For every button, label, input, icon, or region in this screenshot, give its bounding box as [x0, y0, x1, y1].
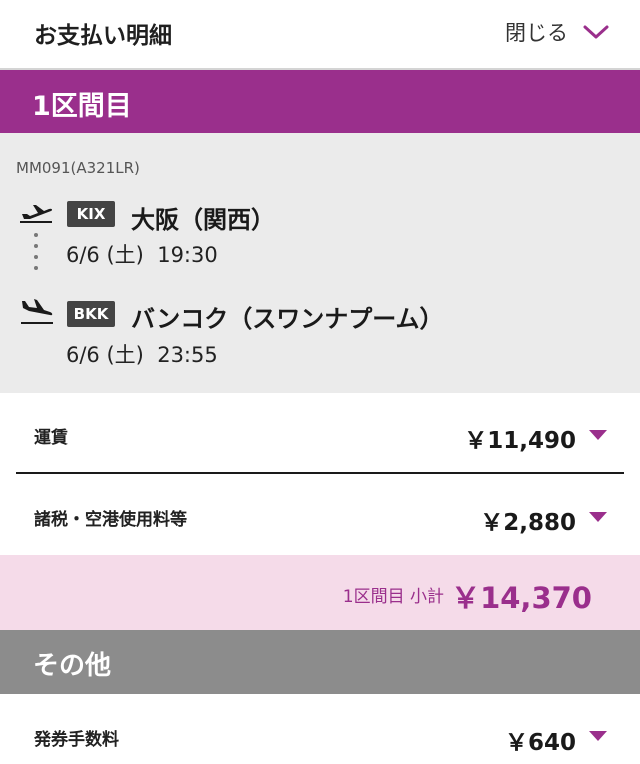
expand-triangle-icon — [589, 731, 607, 741]
departure-datetime: 6/6 (土) 19:30 — [66, 243, 218, 267]
plane-landing-icon — [21, 299, 53, 324]
subtotal-row: 1区間目 小計 ￥14,370 — [0, 555, 640, 630]
arrival-datetime: 6/6 (土) 23:55 — [66, 343, 218, 367]
fare-label: 運賃 — [34, 428, 68, 448]
route-dots — [34, 233, 40, 279]
chevron-down-icon — [583, 25, 609, 39]
arrival-code-badge: BKK — [67, 301, 115, 327]
divider — [16, 472, 624, 474]
fare-label: 発券手数料 — [34, 730, 119, 750]
fare-row-ticketing-fee[interactable]: 発券手数料 ￥640 — [0, 697, 640, 764]
expand-triangle-icon — [589, 430, 607, 440]
subtotal-label: 1区間目 小計 — [342, 587, 444, 607]
plane-takeoff-icon — [20, 205, 53, 223]
close-button[interactable]: 閉じる — [505, 14, 610, 50]
expand-triangle-icon — [589, 512, 607, 522]
close-label: 閉じる — [505, 21, 568, 45]
flight-info: MM091(A321LR) KIX 大阪（関西） 6/6 (土) 19:30 B… — [0, 133, 640, 393]
payment-details-page: お支払い明細 閉じる 1区間目 MM091(A321LR) KIX 大阪（関西）… — [0, 0, 640, 764]
flight-number: MM091(A321LR) — [16, 159, 140, 177]
other-section-banner: その他 — [0, 630, 640, 694]
departure-airport: 大阪（関西） — [131, 206, 275, 234]
fare-row-base-fare[interactable]: 運賃 ￥11,490 — [0, 393, 640, 473]
route-dot — [34, 244, 38, 248]
fare-row-taxes[interactable]: 諸税・空港使用料等 ￥2,880 — [0, 475, 640, 555]
section-banner: 1区間目 — [0, 70, 640, 133]
departure-code-badge: KIX — [67, 201, 115, 227]
other-section-title: その他 — [33, 651, 112, 681]
fare-label: 諸税・空港使用料等 — [34, 510, 187, 530]
route-dot — [34, 266, 38, 270]
page-title: お支払い明細 — [34, 23, 172, 49]
route-dot — [34, 255, 38, 259]
header: お支払い明細 閉じる — [0, 0, 640, 70]
route-dot — [34, 233, 38, 237]
subtotal-amount: ￥14,370 — [451, 581, 592, 615]
fare-amount: ￥11,490 — [464, 428, 576, 454]
arrival-airport: バンコク（スワンナプーム） — [131, 305, 444, 333]
fare-amount: ￥640 — [504, 730, 576, 756]
fare-amount: ￥2,880 — [480, 510, 576, 536]
section-title: 1区間目 — [32, 91, 132, 122]
